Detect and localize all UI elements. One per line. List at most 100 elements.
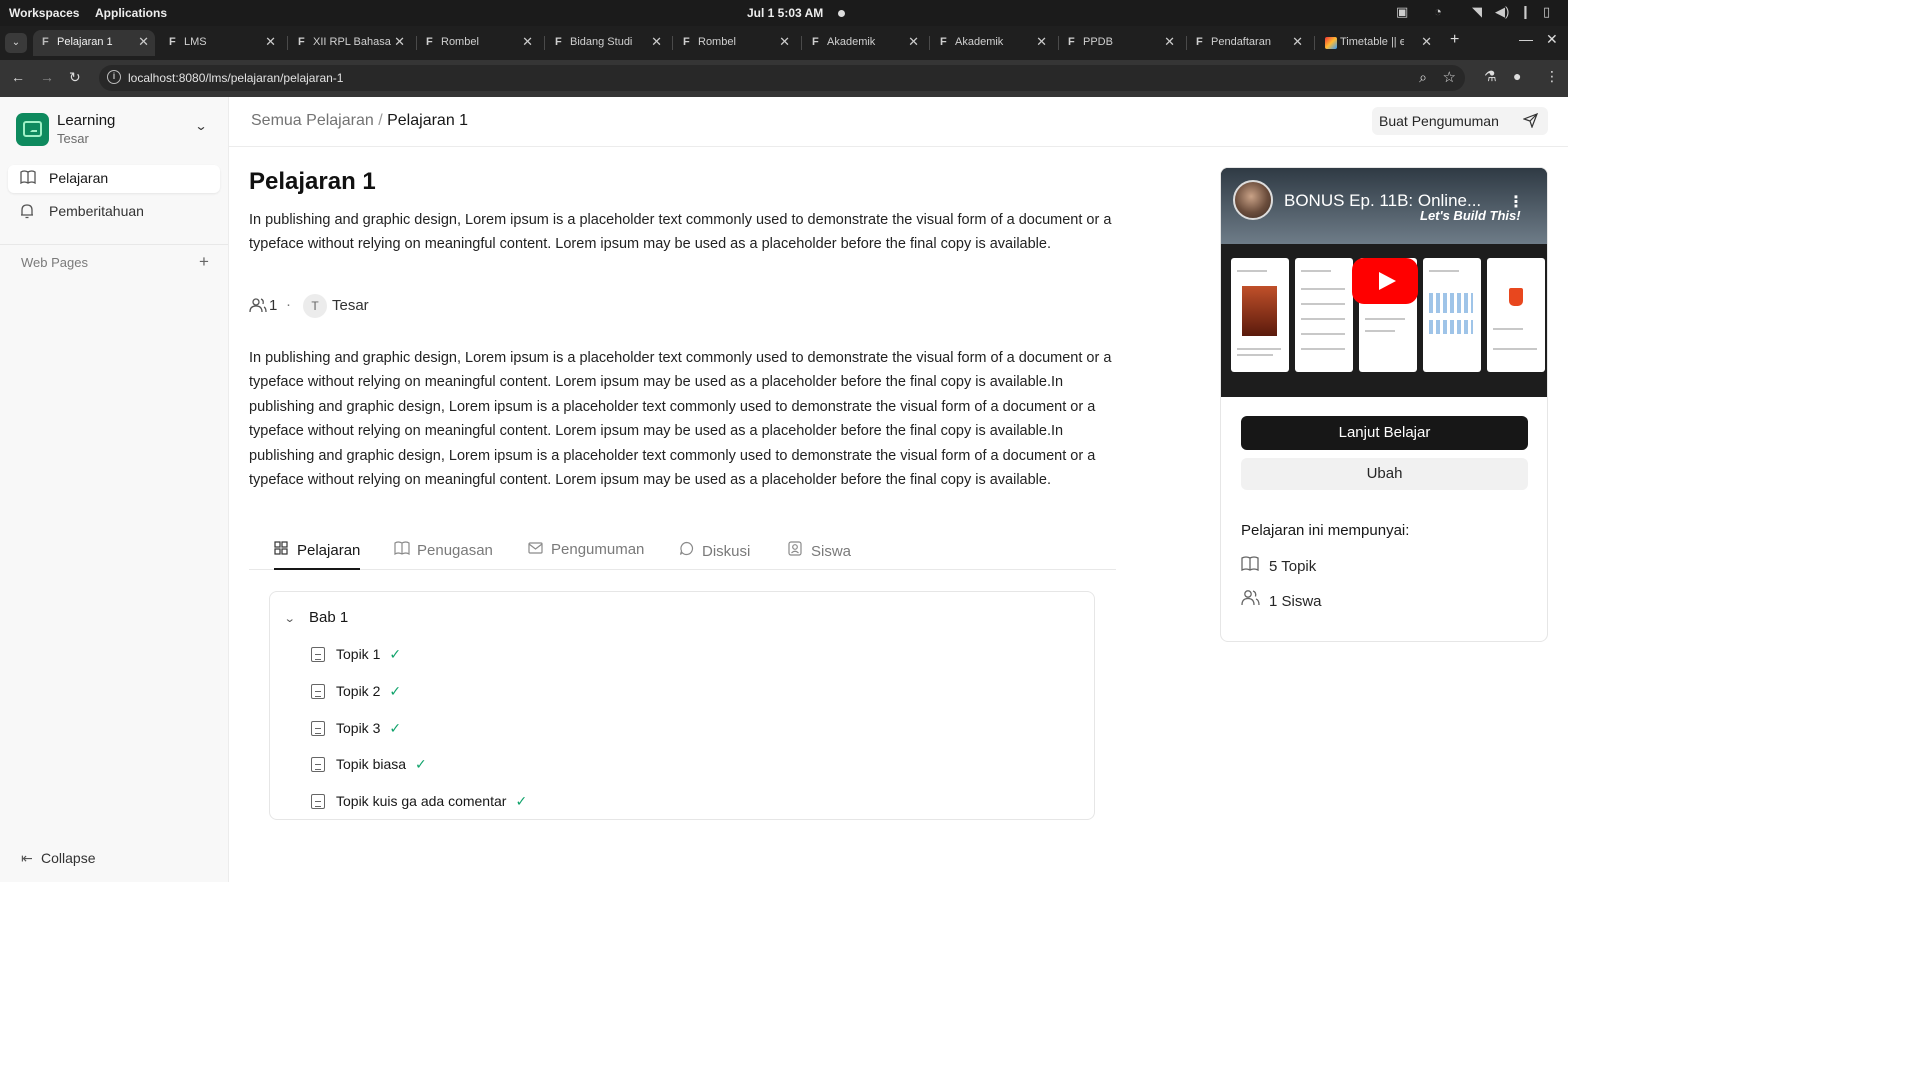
brand-title[interactable]: Learning [57, 112, 115, 129]
update-icon[interactable]: ◔ [1434, 4, 1442, 19]
list-item[interactable]: Topik biasa ✓ [311, 756, 427, 773]
send-icon [1522, 112, 1539, 131]
list-item[interactable]: Topik kuis ga ada comentar ✓ [311, 793, 527, 810]
breadcrumb-all-courses[interactable]: Semua Pelajaran [251, 112, 374, 129]
mic-icon[interactable]: ❙ [1520, 4, 1531, 20]
browser-tab[interactable]: F LMS ✕ [160, 30, 282, 56]
minimize-icon[interactable]: — [1519, 31, 1533, 47]
close-tab-icon[interactable]: ✕ [1164, 34, 1175, 50]
check-icon: ✓ [389, 683, 402, 699]
create-announcement-button[interactable]: Buat Pengumuman [1372, 107, 1548, 135]
course-includes-heading: Pelajaran ini mempunyai: [1241, 522, 1410, 539]
frappe-favicon-icon: F [940, 36, 947, 48]
tab-divider [1314, 36, 1315, 50]
browser-tab[interactable]: F Bidang Studi ✕ [546, 30, 668, 56]
applications-menu[interactable]: Applications [95, 6, 167, 20]
course-long-description: In publishing and graphic design, Lorem … [249, 350, 1112, 489]
tab-title: XII RPL Bahasa [313, 36, 391, 48]
collapse-arrow-icon: ⇤ [21, 850, 33, 866]
tab-penugasan[interactable]: Penugasan [394, 541, 493, 570]
browser-menu-icon[interactable]: ⋮ [1545, 68, 1559, 85]
close-window-icon[interactable]: ✕ [1546, 31, 1558, 48]
browser-tab[interactable]: Timetable || e ✕ [1316, 30, 1438, 56]
list-item[interactable]: Topik 3 ✓ [311, 720, 401, 737]
list-item[interactable]: Topik 2 ✓ [311, 683, 401, 700]
play-button-icon[interactable] [1352, 258, 1418, 304]
zoom-icon[interactable]: ⌕ [1419, 69, 1427, 86]
frappe-favicon-icon: F [298, 36, 305, 48]
book-icon [20, 170, 36, 186]
frappe-favicon-icon: F [42, 36, 49, 48]
close-tab-icon[interactable]: ✕ [138, 34, 149, 50]
thumbnail-phone-screen [1423, 258, 1481, 372]
address-bar[interactable]: i localhost:8080/lms/pelajaran/pelajaran… [99, 65, 1465, 91]
channel-avatar[interactable] [1233, 180, 1273, 220]
back-icon[interactable]: ← [11, 69, 25, 85]
sidebar-item-pelajaran[interactable]: Pelajaran [8, 165, 220, 193]
learning-logo-icon [16, 113, 49, 146]
video-player[interactable]: BONUS Ep. 11B: Online... Let's Build Thi… [1221, 168, 1547, 397]
topic-title: Topik 1 [336, 646, 381, 662]
browser-tab[interactable]: F XII RPL Bahasa ✕ [289, 30, 411, 56]
tab-label: Siswa [811, 543, 852, 560]
browser-tab[interactable]: F Rombel ✕ [674, 30, 796, 56]
browser-tab[interactable]: F Rombel ✕ [417, 30, 539, 56]
chapter-header[interactable]: ⌄ Bab 1 [284, 609, 349, 626]
reload-icon[interactable]: ↻ [69, 69, 81, 86]
check-icon: ✓ [389, 720, 402, 736]
close-tab-icon[interactable]: ✕ [908, 34, 919, 50]
video-more-icon[interactable]: ⋮ [1508, 192, 1524, 212]
close-tab-icon[interactable]: ✕ [779, 34, 790, 50]
site-info-icon[interactable]: i [107, 70, 121, 84]
bookmark-star-icon[interactable]: ☆ [1443, 68, 1456, 86]
labs-flask-icon[interactable]: ⚗ [1484, 68, 1497, 85]
page-header: Semua Pelajaran / Pelajaran 1 Buat Pengu… [229, 97, 1568, 147]
collapse-button[interactable]: ⇤ Collapse [21, 850, 95, 867]
frappe-favicon-icon: F [1068, 36, 1075, 48]
users-icon [1241, 589, 1269, 610]
profile-icon[interactable]: ● [1513, 68, 1521, 84]
close-tab-icon[interactable]: ✕ [394, 34, 405, 50]
tab-divider [929, 36, 930, 50]
close-tab-icon[interactable]: ✕ [651, 34, 662, 50]
users-icon [249, 296, 267, 314]
volume-icon[interactable]: ◀) [1495, 4, 1509, 20]
tab-title: Akademik [955, 36, 1004, 48]
clock[interactable]: Jul 1 5:03 AM [747, 6, 823, 20]
url-text[interactable]: localhost:8080/lms/pelajaran/pelajaran-1 [128, 71, 343, 85]
tab-pengumuman[interactable]: Pengumuman [528, 541, 644, 570]
tab-search-button[interactable]: ⌄ [5, 33, 27, 53]
list-item[interactable]: Topik 1 ✓ [311, 646, 401, 663]
browser-tab[interactable]: F PPDB ✕ [1059, 30, 1181, 56]
add-web-page-icon[interactable]: + [199, 252, 209, 272]
sidebar-item-pemberitahuan[interactable]: Pemberitahuan [8, 198, 220, 226]
tab-siswa[interactable]: Siswa [788, 541, 851, 570]
browser-tab[interactable]: F Akademik ✕ [803, 30, 925, 56]
close-tab-icon[interactable]: ✕ [265, 34, 276, 50]
browser-tab-strip: ⌄ F Pelajaran 1 ✕ F LMS ✕ F XII RPL Baha… [0, 26, 1568, 60]
battery-icon[interactable]: ▯ [1543, 4, 1550, 20]
browser-tab[interactable]: F Pelajaran 1 ✕ [33, 30, 155, 56]
course-outline: ⌄ Bab 1 Topik 1 ✓ Topik 2 ✓ Topik 3 ✓ Topik … [269, 591, 1095, 820]
tab-diskusi[interactable]: Diskusi [679, 541, 750, 570]
browser-tab[interactable]: F Pendaftaran ✕ [1187, 30, 1309, 56]
browser-tab[interactable]: F Akademik ✕ [931, 30, 1053, 56]
course-tabs: Pelajaran Penugasan Pengumuman Diskusi S… [249, 532, 1116, 570]
close-tab-icon[interactable]: ✕ [522, 34, 533, 50]
new-tab-icon[interactable]: + [1450, 31, 1459, 49]
continue-learning-button[interactable]: Lanjut Belajar [1241, 416, 1528, 450]
close-tab-icon[interactable]: ✕ [1292, 34, 1303, 50]
collapse-label: Collapse [41, 850, 96, 866]
wifi-icon[interactable]: ◥ [1472, 4, 1482, 20]
workspaces-menu[interactable]: Workspaces [9, 6, 79, 20]
close-tab-icon[interactable]: ✕ [1036, 34, 1047, 50]
instructor-name[interactable]: Tesar [332, 297, 369, 314]
screen-icon[interactable]: ▣ [1396, 4, 1408, 20]
tab-pelajaran[interactable]: Pelajaran [274, 541, 361, 570]
edit-button[interactable]: Ubah [1241, 458, 1528, 490]
document-icon [311, 684, 325, 699]
brand-user[interactable]: Tesar [57, 131, 89, 146]
close-tab-icon[interactable]: ✕ [1421, 34, 1432, 50]
forward-icon[interactable]: → [40, 69, 54, 85]
chevron-down-icon[interactable]: ⌄ [194, 119, 207, 133]
